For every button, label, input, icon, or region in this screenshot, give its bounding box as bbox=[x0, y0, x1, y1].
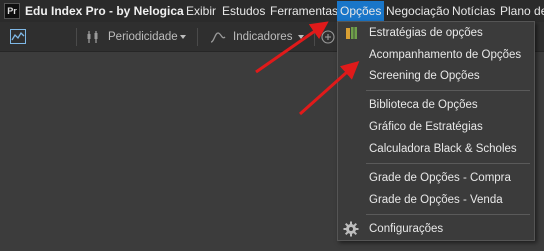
menu-exibir[interactable]: Exibir bbox=[186, 0, 216, 22]
menu-item-biblioteca[interactable]: Biblioteca de Opções bbox=[338, 95, 534, 115]
menu-ferramentas[interactable]: Ferramentas bbox=[270, 0, 338, 22]
menu-item-grade-compra[interactable]: Grade de Opções - Compra bbox=[338, 168, 534, 188]
chart-view-icon[interactable] bbox=[10, 29, 26, 44]
menu-estudos[interactable]: Estudos bbox=[222, 0, 265, 22]
menu-item-label: Biblioteca de Opções bbox=[369, 99, 478, 111]
toolbar-divider bbox=[314, 28, 315, 46]
indicators-icon bbox=[210, 30, 226, 44]
indicators-dropdown[interactable]: Indicadores bbox=[233, 22, 292, 52]
menu-item-label: Acompanhamento de Opções bbox=[369, 49, 522, 61]
app-logo-icon: Pr bbox=[4, 3, 20, 19]
menu-item-label: Configurações bbox=[369, 223, 444, 235]
menu-plano[interactable]: Plano de bbox=[500, 0, 544, 22]
menu-item-calculadora[interactable]: Calculadora Black & Scholes bbox=[338, 139, 534, 159]
menu-item-label: Grade de Opções - Compra bbox=[369, 172, 511, 184]
chevron-down-icon[interactable] bbox=[180, 35, 186, 39]
menu-item-label: Screening de Opções bbox=[369, 70, 480, 82]
menu-item-estrategias[interactable]: Estratégias de opções bbox=[338, 23, 534, 43]
menu-item-label: Grade de Opções - Venda bbox=[369, 194, 503, 206]
gear-icon bbox=[343, 221, 359, 237]
menu-item-configuracoes[interactable]: Configurações bbox=[338, 219, 534, 239]
toolbar-divider bbox=[197, 28, 198, 46]
strategies-icon bbox=[345, 26, 359, 40]
menu-bar: Pr Edu Index Pro - by Nelogica Exibir Es… bbox=[0, 0, 544, 22]
toolbar-divider bbox=[76, 28, 77, 46]
menu-item-acompanhamento[interactable]: Acompanhamento de Opções bbox=[338, 45, 534, 65]
menu-divider bbox=[366, 214, 530, 215]
options-menu: Estratégias de opções Acompanhamento de … bbox=[337, 21, 535, 241]
app-title: Edu Index Pro - by Nelogica bbox=[25, 4, 184, 18]
chevron-down-icon[interactable] bbox=[298, 35, 304, 39]
menu-divider bbox=[366, 90, 530, 91]
menu-item-label: Calculadora Black & Scholes bbox=[369, 143, 517, 155]
menu-opcoes[interactable]: Opções bbox=[337, 1, 385, 21]
periodicity-dropdown[interactable]: Periodicidade bbox=[108, 22, 178, 52]
menu-item-screening[interactable]: Screening de Opções bbox=[338, 66, 534, 86]
menu-divider bbox=[366, 163, 530, 164]
menu-negociacao[interactable]: Negociação bbox=[386, 0, 449, 22]
periodicity-icon bbox=[86, 30, 100, 44]
add-icon[interactable] bbox=[321, 30, 335, 44]
menu-item-label: Gráfico de Estratégias bbox=[369, 121, 483, 133]
menu-item-grafico-estrategias[interactable]: Gráfico de Estratégias bbox=[338, 117, 534, 137]
menu-item-grade-venda[interactable]: Grade de Opções - Venda bbox=[338, 190, 534, 210]
menu-noticias[interactable]: Notícias bbox=[452, 0, 495, 22]
menu-item-label: Estratégias de opções bbox=[369, 27, 483, 39]
